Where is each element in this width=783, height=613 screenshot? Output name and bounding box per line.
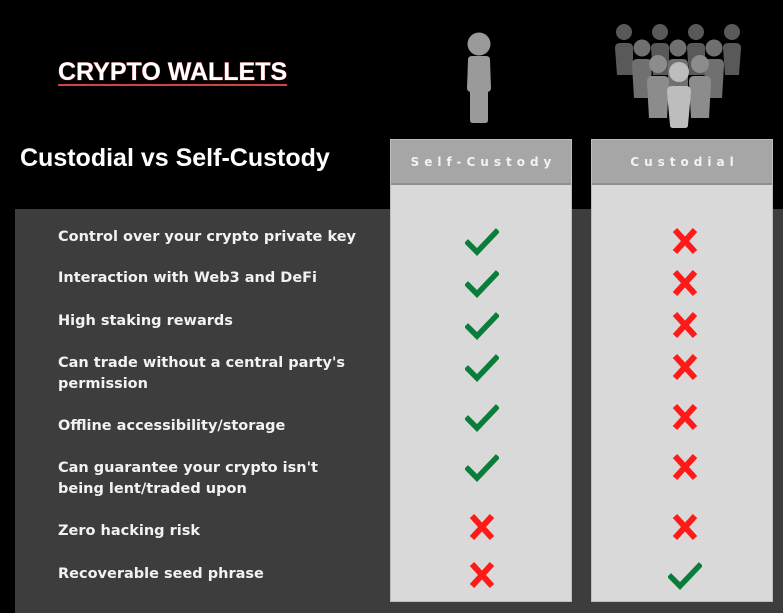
check-icon [464, 268, 500, 298]
check-icon [464, 352, 500, 382]
feature-label: Recoverable seed phrase [58, 566, 264, 582]
check-icon [464, 402, 500, 432]
crowd-icon [615, 24, 741, 128]
feature-label: Can guarantee your crypto isn't being le… [58, 460, 318, 497]
page-subtitle: Custodial vs Self-Custody [20, 144, 330, 172]
cross-icon [668, 452, 702, 482]
feature-label: Control over your crypto private key [58, 229, 356, 245]
cross-icon [668, 226, 702, 256]
feature-label: Offline accessibility/storage [58, 418, 286, 434]
feature-label: Zero hacking risk [58, 523, 200, 539]
cross-icon [465, 512, 499, 542]
column-header-custodial: Custodial [592, 140, 772, 185]
feature-label: Interaction with Web3 and DeFi [58, 270, 318, 286]
feature-label: Can trade without a central party's perm… [58, 355, 346, 392]
check-icon [464, 226, 500, 256]
feature-label: High staking rewards [58, 313, 233, 329]
check-icon [464, 452, 500, 482]
page-title: CRYPTO WALLETS [58, 58, 288, 87]
check-icon [667, 560, 703, 590]
cross-icon [465, 560, 499, 590]
cross-icon [668, 268, 702, 298]
column-header-self-custody: Self-Custody [391, 140, 571, 185]
cross-icon [668, 310, 702, 340]
cross-icon [668, 402, 702, 432]
check-icon [464, 310, 500, 340]
single-person-icon [467, 32, 491, 123]
cross-icon [668, 352, 702, 382]
cross-icon [668, 512, 702, 542]
